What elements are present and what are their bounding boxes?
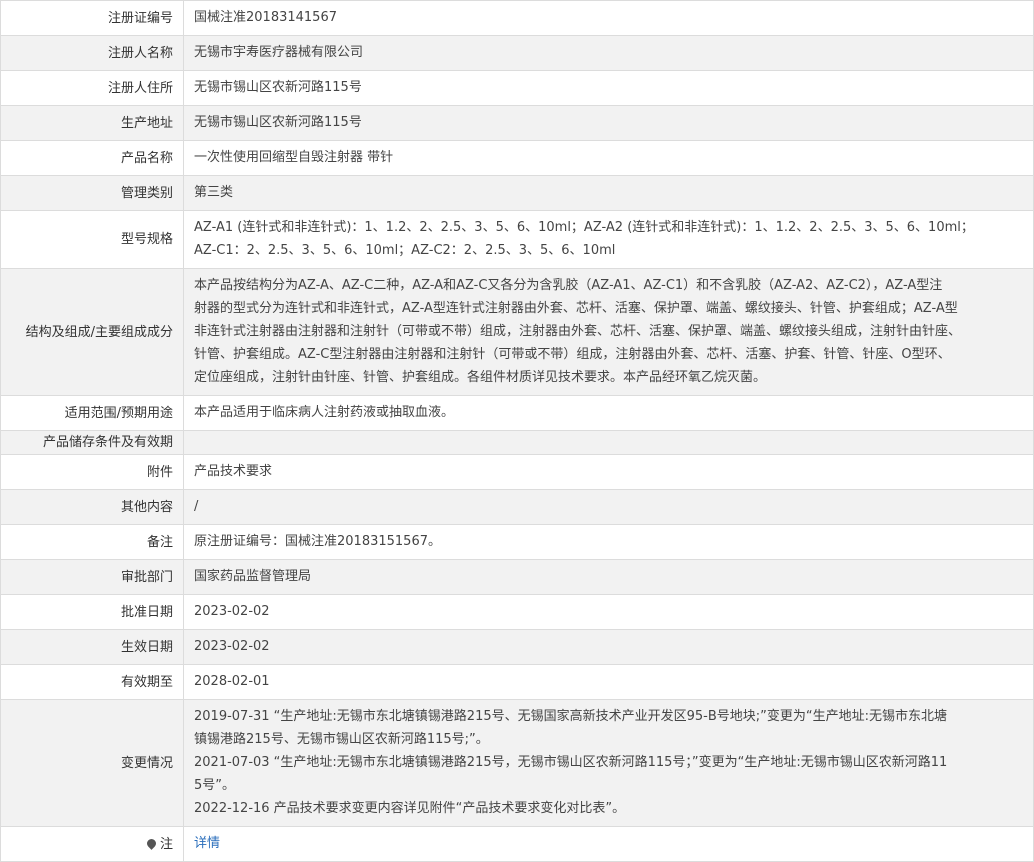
registration-number: 国械注准20183141567 bbox=[183, 0, 1034, 36]
row-label: 适用范围/预期用途 bbox=[0, 395, 184, 431]
note-label-cell: 注 bbox=[0, 826, 184, 862]
row-label: 注 bbox=[159, 836, 173, 852]
production-address: 无锡市锡山区农新河路115号 bbox=[183, 105, 1034, 141]
table-row: 产品储存条件及有效期 bbox=[0, 430, 1034, 455]
registrant-address: 无锡市锡山区农新河路115号 bbox=[183, 70, 1034, 106]
structure-line: 定位座组成，注射针由针座、针管、护套组成。各组件材质详见技术要求。本产品经环氧乙… bbox=[194, 370, 767, 385]
table-row: 备注 原注册证编号：国械注准20183151567。 bbox=[0, 524, 1034, 560]
table-row: 有效期至 2028-02-01 bbox=[0, 664, 1034, 700]
table-row: 其他内容 / bbox=[0, 489, 1034, 525]
row-label: 附件 bbox=[0, 454, 184, 490]
table-row: 生产地址 无锡市锡山区农新河路115号 bbox=[0, 105, 1034, 141]
map-pin-icon bbox=[145, 836, 158, 850]
note-value: 详情 bbox=[183, 826, 1034, 862]
row-label: 产品名称 bbox=[0, 140, 184, 176]
change-line: 2019-07-31 “生产地址:无锡市东北塘镇锡港路215号、无锡国家高新技术… bbox=[194, 709, 947, 724]
registrant-name: 无锡市宇寿医疗器械有限公司 bbox=[183, 35, 1034, 71]
table-row: 附件 产品技术要求 bbox=[0, 454, 1034, 490]
structure-line: 针管、护套组成。AZ-C型注射器由注射器和注射针（可带或不带）组成，注射器由外套… bbox=[194, 347, 951, 362]
change-line: 2021-07-03 “生产地址:无锡市东北塘镇锡港路215号，无锡市锡山区农新… bbox=[194, 755, 948, 770]
model-spec-line: AZ-C1：2、2.5、3、5、6、10ml；AZ-C2：2、2.5、3、5、6… bbox=[194, 243, 616, 258]
row-label: 管理类别 bbox=[0, 175, 184, 211]
table-row: 审批部门 国家药品监督管理局 bbox=[0, 559, 1034, 595]
remark-value: 原注册证编号：国械注准20183151567。 bbox=[183, 524, 1034, 560]
attachment-value: 产品技术要求 bbox=[183, 454, 1034, 490]
table-row: 注 详情 bbox=[0, 826, 1034, 862]
approval-date: 2023-02-02 bbox=[183, 594, 1034, 630]
row-label: 注册人名称 bbox=[0, 35, 184, 71]
row-label: 变更情况 bbox=[0, 699, 184, 827]
model-spec-line: AZ-A1 (连针式和非连针式)：1、1.2、2、2.5、3、5、6、10ml；… bbox=[194, 220, 974, 235]
row-label: 备注 bbox=[0, 524, 184, 560]
management-category: 第三类 bbox=[183, 175, 1034, 211]
row-label: 其他内容 bbox=[0, 489, 184, 525]
structure-line: 本产品按结构分为AZ-A、AZ-C二种，AZ-A和AZ-C又各分为含乳胶（AZ-… bbox=[194, 278, 943, 293]
structure-line: 射器的型式分为连针式和非连针式，AZ-A型连针式注射器由外套、芯杆、活塞、保护罩… bbox=[194, 301, 958, 316]
model-spec: AZ-A1 (连针式和非连针式)：1、1.2、2、2.5、3、5、6、10ml；… bbox=[183, 210, 1034, 269]
row-label: 产品储存条件及有效期 bbox=[0, 430, 184, 455]
change-line: 5号”。 bbox=[194, 778, 236, 793]
row-label: 结构及组成/主要组成成分 bbox=[0, 268, 184, 396]
other-content: / bbox=[183, 489, 1034, 525]
row-label: 批准日期 bbox=[0, 594, 184, 630]
storage-conditions bbox=[183, 430, 1034, 455]
table-row: 注册人名称 无锡市宇寿医疗器械有限公司 bbox=[0, 35, 1034, 71]
row-label: 生产地址 bbox=[0, 105, 184, 141]
structure-line: 非连针式注射器由注射器和注射针（可带或不带）组成，注射器由外套、芯杆、活塞、保护… bbox=[194, 324, 962, 339]
effective-date: 2023-02-02 bbox=[183, 629, 1034, 665]
table-row: 注册证编号 国械注准20183141567 bbox=[0, 0, 1034, 36]
change-line: 镇锡港路215号、无锡市锡山区农新河路115号;”。 bbox=[194, 732, 489, 747]
change-history: 2019-07-31 “生产地址:无锡市东北塘镇锡港路215号、无锡国家高新技术… bbox=[183, 699, 1034, 827]
row-label: 注册人住所 bbox=[0, 70, 184, 106]
row-label: 型号规格 bbox=[0, 210, 184, 269]
valid-until-date: 2028-02-01 bbox=[183, 664, 1034, 700]
table-row: 适用范围/预期用途 本产品适用于临床病人注射药液或抽取血液。 bbox=[0, 395, 1034, 431]
row-label: 注册证编号 bbox=[0, 0, 184, 36]
row-label: 有效期至 bbox=[0, 664, 184, 700]
table-row: 注册人住所 无锡市锡山区农新河路115号 bbox=[0, 70, 1034, 106]
registration-table: 注册证编号 国械注准20183141567 注册人名称 无锡市宇寿医疗器械有限公… bbox=[0, 0, 1034, 862]
row-label: 生效日期 bbox=[0, 629, 184, 665]
change-line: 2022-12-16 产品技术要求变更内容详见附件“产品技术要求变化对比表”。 bbox=[194, 801, 626, 816]
table-row: 型号规格 AZ-A1 (连针式和非连针式)：1、1.2、2、2.5、3、5、6、… bbox=[0, 210, 1034, 269]
approval-department: 国家药品监督管理局 bbox=[183, 559, 1034, 595]
table-row: 批准日期 2023-02-02 bbox=[0, 594, 1034, 630]
table-row: 结构及组成/主要组成成分 本产品按结构分为AZ-A、AZ-C二种，AZ-A和AZ… bbox=[0, 268, 1034, 396]
table-row: 变更情况 2019-07-31 “生产地址:无锡市东北塘镇锡港路215号、无锡国… bbox=[0, 699, 1034, 827]
table-row: 生效日期 2023-02-02 bbox=[0, 629, 1034, 665]
table-row: 产品名称 一次性使用回缩型自毁注射器 带针 bbox=[0, 140, 1034, 176]
table-row: 管理类别 第三类 bbox=[0, 175, 1034, 211]
row-label: 审批部门 bbox=[0, 559, 184, 595]
product-name: 一次性使用回缩型自毁注射器 带针 bbox=[183, 140, 1034, 176]
structure-composition: 本产品按结构分为AZ-A、AZ-C二种，AZ-A和AZ-C又各分为含乳胶（AZ-… bbox=[183, 268, 1034, 396]
intended-use: 本产品适用于临床病人注射药液或抽取血液。 bbox=[183, 395, 1034, 431]
